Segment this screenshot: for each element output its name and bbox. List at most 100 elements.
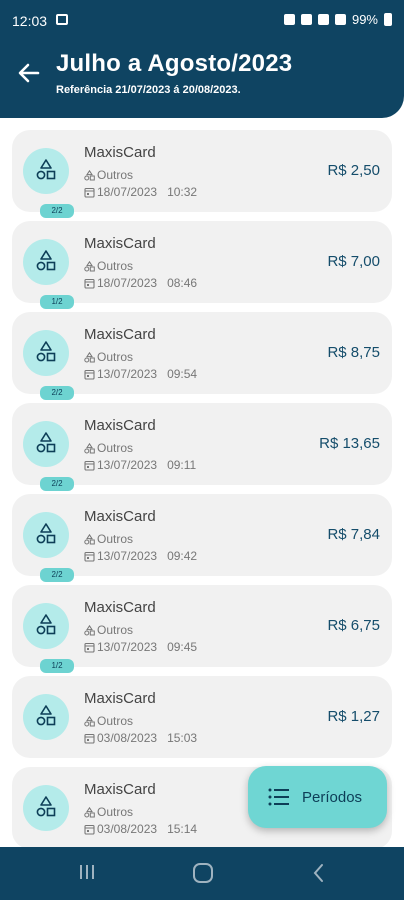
- reference-period: Referência 21/07/2023 á 20/08/2023.: [56, 84, 241, 96]
- system-back-button[interactable]: [310, 862, 326, 884]
- transaction-amount: R$ 8,75: [327, 344, 380, 361]
- transaction-datetime: 03/08/2023 15:14: [84, 822, 197, 836]
- category-avatar: [23, 694, 69, 740]
- installment-badge: 2/2: [40, 477, 74, 491]
- transaction-date: 03/08/2023: [97, 822, 158, 836]
- battery-icon: [384, 13, 392, 26]
- recent-apps-button[interactable]: [80, 865, 100, 881]
- category-avatar: 1/2: [23, 603, 74, 673]
- chevron-left-icon: [313, 864, 323, 882]
- transaction-datetime: 03/08/2023 15:03: [84, 731, 197, 745]
- transaction-card[interactable]: 1/2 MaxisCard Outros 13/07/2023 09:45 R$…: [12, 585, 392, 673]
- transaction-time: 09:54: [167, 367, 198, 381]
- category-icon: [84, 260, 95, 271]
- transaction-card[interactable]: 2/2 MaxisCard Outros 13/07/2023 09:11 R$…: [12, 403, 392, 491]
- category-label: Outros: [97, 168, 134, 182]
- transaction-card[interactable]: 1/2 MaxisCard Outros 18/07/2023 08:46 R$…: [12, 221, 392, 309]
- shapes-icon: [36, 432, 56, 453]
- transaction-datetime: 13/07/2023 09:11: [84, 458, 196, 472]
- installment-badge: 2/2: [40, 386, 74, 400]
- merchant-name: MaxisCard: [84, 781, 156, 798]
- transaction-category: Outros: [84, 532, 133, 546]
- periods-button[interactable]: Períodos: [248, 766, 387, 828]
- calendar-icon: [84, 369, 95, 380]
- transaction-category: Outros: [84, 441, 133, 455]
- transaction-date: 13/07/2023: [97, 458, 158, 472]
- merchant-name: MaxisCard: [84, 417, 156, 434]
- category-label: Outros: [97, 714, 134, 728]
- transaction-time: 15:03: [167, 731, 198, 745]
- installment-badge: 2/2: [40, 568, 74, 582]
- category-avatar: 2/2: [23, 512, 74, 582]
- transaction-datetime: 18/07/2023 10:32: [84, 185, 197, 199]
- category-icon: [84, 624, 95, 635]
- page-title: Julho a Agosto/2023: [56, 50, 293, 77]
- transaction-time: 10:32: [167, 185, 198, 199]
- category-icon: [84, 351, 95, 362]
- transaction-category: Outros: [84, 805, 133, 819]
- calendar-icon: [84, 642, 95, 653]
- gallery-notification-icon: [56, 14, 68, 25]
- transaction-date: 18/07/2023: [97, 185, 158, 199]
- category-label: Outros: [97, 532, 134, 546]
- category-icon: [84, 169, 95, 180]
- category-label: Outros: [97, 350, 134, 364]
- merchant-name: MaxisCard: [84, 599, 156, 616]
- merchant-name: MaxisCard: [84, 144, 156, 161]
- mute-icon: [300, 14, 312, 25]
- transaction-amount: R$ 6,75: [327, 617, 380, 634]
- category-avatar: 1/2: [23, 239, 74, 309]
- merchant-name: MaxisCard: [84, 326, 156, 343]
- transaction-time: 08:46: [167, 276, 198, 290]
- transaction-datetime: 18/07/2023 08:46: [84, 276, 197, 290]
- transaction-card[interactable]: MaxisCard Outros 03/08/2023 15:03 R$ 1,2: [12, 676, 392, 758]
- transaction-amount: R$ 2,50: [327, 162, 380, 179]
- category-label: Outros: [97, 805, 134, 819]
- transaction-card[interactable]: 2/2 MaxisCard Outros 13/07/2023 09:42 R$…: [12, 494, 392, 582]
- transaction-datetime: 13/07/2023 09:54: [84, 367, 197, 381]
- transaction-time: 09:11: [167, 458, 197, 472]
- transaction-date: 03/08/2023: [97, 731, 158, 745]
- alarm-icon: [283, 14, 295, 25]
- transaction-time: 15:14: [167, 822, 198, 836]
- shapes-icon: [36, 796, 56, 817]
- transaction-category: Outros: [84, 259, 133, 273]
- transaction-card[interactable]: 2/2 MaxisCard Outros 18/07/2023 10:32 R$…: [12, 130, 392, 218]
- category-icon: [84, 715, 95, 726]
- periods-button-label: Períodos: [302, 789, 363, 806]
- home-button[interactable]: [193, 863, 213, 883]
- transaction-date: 13/07/2023: [97, 367, 158, 381]
- shapes-icon: [36, 614, 56, 635]
- merchant-name: MaxisCard: [84, 235, 156, 252]
- transaction-date: 18/07/2023: [97, 276, 158, 290]
- transaction-card[interactable]: 2/2 MaxisCard Outros 13/07/2023 09:54 R$…: [12, 312, 392, 400]
- transaction-category: Outros: [84, 623, 133, 637]
- transaction-category: Outros: [84, 350, 133, 364]
- status-icons: 99%: [283, 12, 392, 27]
- merchant-name: MaxisCard: [84, 508, 156, 525]
- category-avatar: 2/2: [23, 421, 74, 491]
- transaction-amount: R$ 13,65: [319, 435, 380, 452]
- wifi-icon: [317, 14, 329, 25]
- shapes-icon: [36, 705, 56, 726]
- category-icon: [84, 806, 95, 817]
- category-label: Outros: [97, 259, 134, 273]
- calendar-icon: [84, 460, 95, 471]
- transaction-datetime: 13/07/2023 09:42: [84, 549, 197, 563]
- transaction-date: 13/07/2023: [97, 640, 158, 654]
- category-label: Outros: [97, 441, 134, 455]
- category-avatar: [23, 785, 69, 831]
- shapes-icon: [36, 250, 56, 271]
- transaction-time: 09:45: [167, 640, 198, 654]
- back-button[interactable]: [16, 60, 42, 86]
- shapes-icon: [36, 523, 56, 544]
- shapes-icon: [36, 159, 56, 180]
- transaction-time: 09:42: [167, 549, 198, 563]
- transaction-datetime: 13/07/2023 09:45: [84, 640, 197, 654]
- status-bar: 12:03 99%: [0, 0, 404, 36]
- installment-badge: 1/2: [40, 659, 74, 673]
- installment-badge: 1/2: [40, 295, 74, 309]
- list-icon: [268, 788, 289, 806]
- installment-badge: 2/2: [40, 204, 74, 218]
- calendar-icon: [84, 551, 95, 562]
